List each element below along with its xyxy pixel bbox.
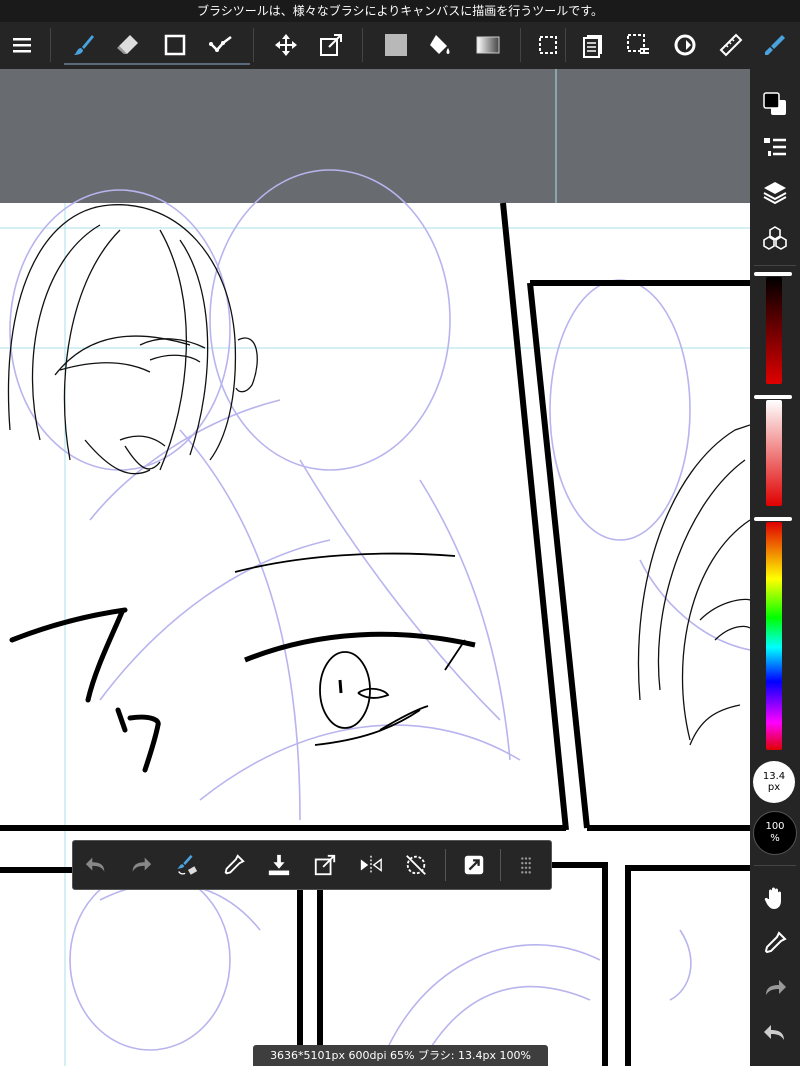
share-icon	[464, 855, 484, 875]
active-tool-indicator	[64, 63, 250, 65]
redo-button[interactable]	[758, 971, 792, 1005]
undo-icon	[764, 1025, 784, 1040]
gray-square-icon	[385, 34, 407, 56]
value-slider[interactable]	[766, 277, 782, 384]
opacity-value: 100	[765, 821, 785, 832]
copy-pages-icon	[583, 35, 602, 58]
color-slider-handle[interactable]	[754, 272, 792, 276]
copy-layer-button[interactable]	[575, 26, 611, 64]
brush-eraser-swap-button[interactable]	[170, 848, 204, 882]
float-undo-button[interactable]	[79, 848, 113, 882]
rotate-view-button[interactable]	[667, 26, 703, 64]
quick-access-bar	[72, 840, 552, 890]
layer-list-icon	[764, 138, 786, 156]
hue-slider[interactable]	[766, 522, 782, 750]
saturation-slider-handle[interactable]	[754, 395, 792, 399]
float-flip-button[interactable]	[354, 848, 388, 882]
color-swatch-icon	[763, 92, 786, 115]
hand-icon	[764, 887, 781, 909]
operation-tool-button[interactable]	[203, 26, 239, 64]
hand-tool-button[interactable]	[758, 881, 792, 915]
brush-swap-icon	[176, 854, 198, 875]
layer-list-button[interactable]	[758, 131, 792, 165]
float-bar-separator	[500, 849, 501, 881]
brush-size-unit: px	[767, 782, 781, 793]
layers-icon	[763, 182, 787, 205]
brush-size-value: 13.4	[762, 771, 786, 782]
toolbar-separator	[253, 28, 254, 62]
float-export-button[interactable]	[308, 848, 342, 882]
saturation-slider[interactable]	[766, 400, 782, 506]
bucket-tool-button[interactable]	[422, 26, 458, 64]
canvas[interactable]	[0, 69, 750, 1066]
grip-dots-icon	[521, 857, 531, 874]
paint-bucket-icon	[430, 35, 450, 54]
check-path-icon	[209, 36, 232, 52]
float-eyedropper-button[interactable]	[217, 848, 251, 882]
eyedropper-icon	[764, 931, 787, 954]
toolbar-separator	[362, 28, 363, 62]
redo-icon	[132, 857, 152, 872]
brush-icon	[74, 35, 94, 55]
hue-slider-handle[interactable]	[754, 517, 792, 521]
ruler-icon	[719, 33, 743, 57]
menu-button[interactable]	[4, 26, 40, 64]
opacity-unit: %	[770, 833, 780, 844]
float-bar-handle[interactable]	[509, 848, 543, 882]
no-rotate-icon	[406, 855, 426, 875]
right-panel: 13.4 px 100 %	[750, 69, 800, 1066]
eyedropper-button[interactable]	[758, 926, 792, 960]
square-icon	[164, 34, 186, 56]
opacity-control[interactable]: 100 %	[753, 811, 797, 855]
select-tool-button[interactable]	[530, 26, 566, 64]
rotate-icon	[674, 34, 696, 56]
export-icon	[314, 854, 336, 876]
transform-tool-button[interactable]	[313, 26, 349, 64]
shape-tool-button[interactable]	[157, 26, 193, 64]
brush-settings-button[interactable]	[757, 26, 793, 64]
layers-button[interactable]	[758, 175, 792, 209]
materials-button[interactable]	[758, 221, 792, 255]
toolbar-separator	[50, 28, 51, 62]
materials-icon	[763, 226, 787, 250]
ruler-button[interactable]	[713, 26, 749, 64]
transform-icon	[320, 34, 342, 56]
gradient-tool-button[interactable]	[470, 26, 506, 64]
canvas-status-bar: 3636*5101px 600dpi 65% ブラシ: 13.4px 100%	[253, 1045, 548, 1066]
color-swatch-button[interactable]	[758, 87, 792, 121]
tool-tooltip: ブラシツールは、様々なブラシによりキャンバスに描画を行うツールです。	[0, 0, 800, 22]
undo-button[interactable]	[758, 1016, 792, 1050]
move-tool-button[interactable]	[268, 26, 304, 64]
top-toolbar	[0, 22, 800, 69]
flip-icon	[360, 855, 382, 875]
toolbar-separator	[565, 28, 566, 62]
eraser-tool-button[interactable]	[110, 26, 146, 64]
redo-icon	[766, 980, 786, 995]
eyedropper-icon	[224, 854, 245, 875]
hamburger-menu-icon	[13, 38, 31, 53]
dotted-select-icon	[539, 36, 557, 54]
selection-menu-button[interactable]	[620, 26, 656, 64]
brush-tool-button[interactable]	[66, 26, 102, 64]
float-rotation-reset-button[interactable]	[399, 848, 433, 882]
fill-color-button[interactable]	[378, 26, 414, 64]
eraser-icon	[117, 35, 138, 54]
float-save-button[interactable]	[262, 848, 296, 882]
float-bar-separator	[445, 849, 446, 881]
toolbar-separator	[520, 28, 521, 62]
manga-artwork	[0, 69, 750, 1066]
move-arrows-icon	[275, 34, 297, 56]
float-redo-button[interactable]	[124, 848, 158, 882]
brush-size-control[interactable]: 13.4 px	[753, 761, 795, 803]
selection-list-icon	[627, 34, 649, 54]
save-download-icon	[268, 854, 290, 876]
brush-pen-icon	[765, 35, 785, 55]
panel-separator	[754, 865, 796, 866]
float-share-button[interactable]	[457, 848, 491, 882]
gradient-icon	[476, 36, 500, 54]
panel-separator	[754, 265, 796, 266]
undo-icon	[85, 857, 105, 872]
